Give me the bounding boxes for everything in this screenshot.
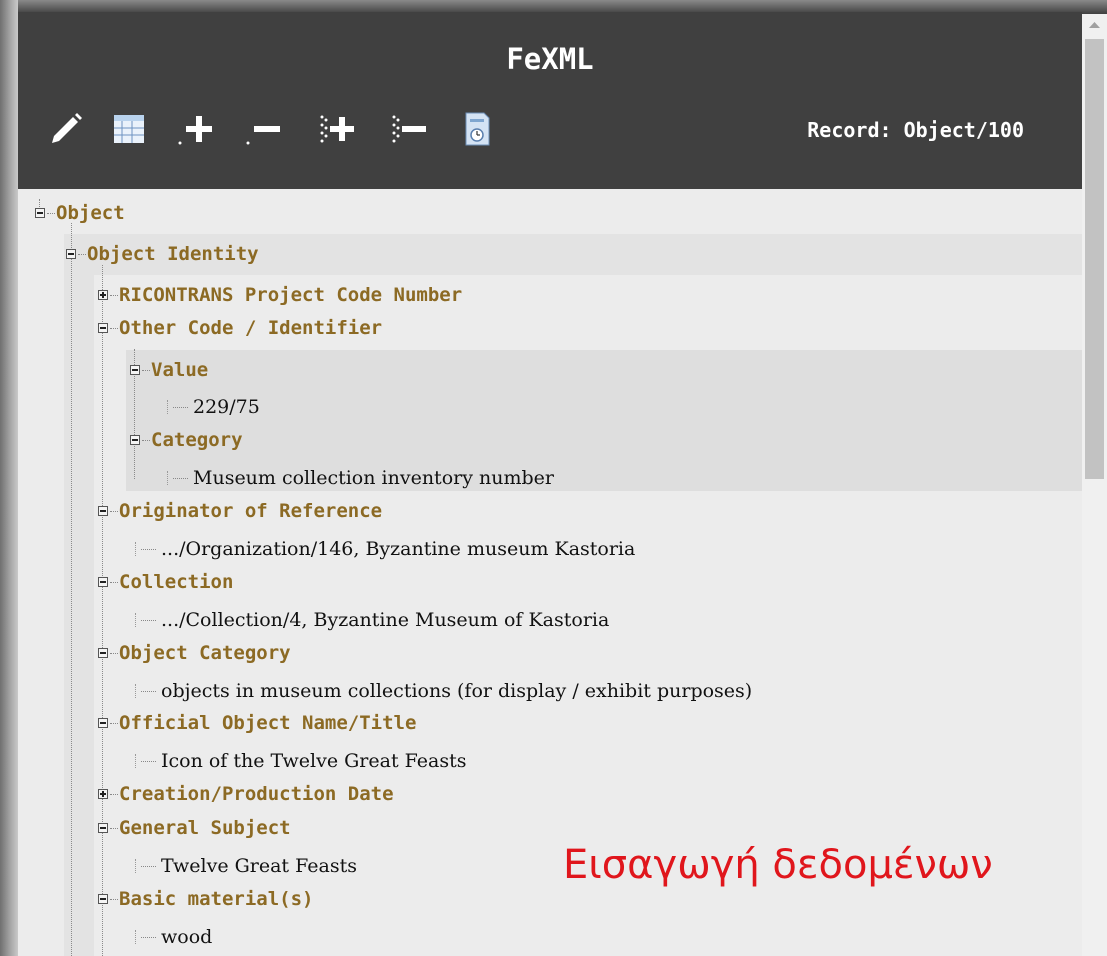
add-element-icon[interactable] [174,109,218,149]
collapse-toggle-icon[interactable] [35,208,45,218]
tree-node-object-category[interactable]: Object Category [98,642,291,664]
table-view-icon[interactable] [108,109,152,149]
record-indicator: Record: Object/100 [807,118,1024,142]
leaf-text: .../Collection/4, Byzantine Museum of Ka… [161,609,610,631]
collapse-toggle-icon[interactable] [130,435,140,445]
app-window: FeXML Record: Object/100 Object Object I… [0,0,1107,956]
node-label: Collection [119,571,234,593]
node-label: Object Identity [87,243,259,265]
expand-toggle-icon[interactable] [98,290,108,300]
tree-leaf-category[interactable]: Museum collection inventory number [167,467,554,489]
leaf-text: 229/75 [193,396,260,418]
leaf-text: wood [161,926,213,948]
tree-node-value[interactable]: Value [130,359,208,381]
calendar-document-icon[interactable] [454,109,498,149]
node-label: RICONTRANS Project Code Number [119,284,463,306]
remove-children-icon[interactable] [386,109,430,149]
scroll-up-arrow-icon[interactable] [1082,14,1107,36]
collapse-toggle-icon[interactable] [98,894,108,904]
tree-node-creation-date[interactable]: Creation/Production Date [98,783,394,805]
tree-node-originator[interactable]: Originator of Reference [98,500,382,522]
add-children-icon[interactable] [314,109,358,149]
node-label: Basic material(s) [119,888,314,910]
collapse-toggle-icon[interactable] [98,323,108,333]
collapse-toggle-icon[interactable] [98,718,108,728]
tree-leaf-value[interactable]: 229/75 [167,396,260,418]
node-label: Official Object Name/Title [119,712,417,734]
window-left-edge [0,0,18,956]
leaf-text: objects in museum collections (for displ… [161,680,753,702]
tree-leaf-basic-material[interactable]: wood [135,926,212,948]
tree-node-official-name[interactable]: Official Object Name/Title [98,712,416,734]
leaf-text: Museum collection inventory number [193,467,554,489]
overlay-caption: Εισαγωγή δεδομένων [563,842,993,888]
node-label: General Subject [119,817,291,839]
node-label: Value [151,359,209,381]
app-title: FeXML [506,42,594,76]
edit-icon[interactable] [46,109,90,149]
remove-element-icon[interactable] [242,109,286,149]
tree-leaf-general-subject[interactable]: Twelve Great Feasts [135,855,357,877]
tree-guide [102,265,103,956]
collapse-toggle-icon[interactable] [98,648,108,658]
leaf-text: .../Organization/146, Byzantine museum K… [161,538,636,560]
node-label: Other Code / Identifier [119,317,383,339]
tree-node-category[interactable]: Category [130,429,243,451]
tree-leaf-collection[interactable]: .../Collection/4, Byzantine Museum of Ka… [135,609,609,631]
tree-leaf-object-category[interactable]: objects in museum collections (for displ… [135,680,752,702]
node-label: Category [151,429,243,451]
collapse-toggle-icon[interactable] [130,365,140,375]
collapse-toggle-icon[interactable] [66,249,76,259]
xml-tree: Object Object Identity RICONTRANS Projec… [18,189,1082,956]
node-label: Creation/Production Date [119,783,394,805]
tree-node-object[interactable]: Object [35,202,125,224]
tree-node-object-identity[interactable]: Object Identity [66,243,259,265]
collapse-toggle-icon[interactable] [98,506,108,516]
header-bar: FeXML Record: Object/100 [18,12,1082,189]
tree-leaf-originator[interactable]: .../Organization/146, Byzantine museum K… [135,538,635,560]
node-label: Object [56,202,125,224]
leaf-text: Icon of the Twelve Great Feasts [161,750,467,772]
tree-guide [71,223,72,956]
tree-node-other-code[interactable]: Other Code / Identifier [98,317,382,339]
node-label: Originator of Reference [119,500,383,522]
expand-toggle-icon[interactable] [98,789,108,799]
collapse-toggle-icon[interactable] [98,823,108,833]
collapse-toggle-icon[interactable] [98,577,108,587]
tree-node-general-subject[interactable]: General Subject [98,817,291,839]
tree-node-collection[interactable]: Collection [98,571,233,593]
tree-leaf-official-name[interactable]: Icon of the Twelve Great Feasts [135,750,466,772]
node-label: Object Category [119,642,291,664]
tree-node-ricontrans-code[interactable]: RICONTRANS Project Code Number [98,284,462,306]
leaf-text: Twelve Great Feasts [161,855,357,877]
vertical-scrollbar[interactable] [1082,14,1107,956]
tree-node-basic-material[interactable]: Basic material(s) [98,888,313,910]
scrollbar-thumb[interactable] [1085,39,1104,479]
